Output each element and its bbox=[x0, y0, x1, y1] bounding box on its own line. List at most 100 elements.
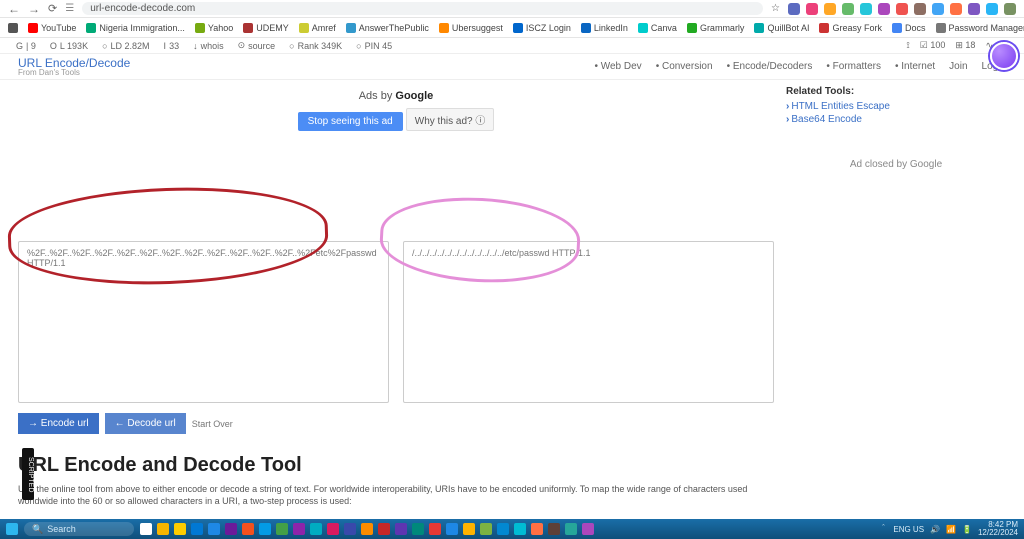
bookmark-item[interactable]: Nigeria Immigration... bbox=[86, 23, 185, 33]
stat-item[interactable]: I33 bbox=[164, 40, 180, 51]
stat-item[interactable]: ↓whois bbox=[193, 40, 224, 51]
taskbar-app-icon[interactable] bbox=[378, 523, 390, 535]
extension-icon[interactable] bbox=[842, 3, 854, 15]
bookmark-item[interactable]: LinkedIn bbox=[581, 23, 628, 33]
extension-icon[interactable] bbox=[986, 3, 998, 15]
taskbar-app-icon[interactable] bbox=[548, 523, 560, 535]
bookmark-item[interactable]: Amref bbox=[299, 23, 336, 33]
encode-button[interactable]: → Encode url bbox=[18, 413, 99, 434]
back-button[interactable]: ← bbox=[8, 2, 20, 16]
decode-button[interactable]: ← Decode url bbox=[105, 413, 186, 434]
extension-icon[interactable] bbox=[824, 3, 836, 15]
taskbar-app-icon[interactable] bbox=[157, 523, 169, 535]
stat-item[interactable]: ☑ 100 bbox=[920, 40, 946, 51]
bookmark-item[interactable]: Ubersuggest bbox=[439, 23, 503, 33]
bookmark-item[interactable]: Canva bbox=[638, 23, 677, 33]
bookmark-item[interactable]: Greasy Fork bbox=[819, 23, 882, 33]
profile-avatar[interactable] bbox=[990, 42, 1018, 70]
taskbar-app-icon[interactable] bbox=[463, 523, 475, 535]
stat-item[interactable]: ⊙source bbox=[238, 40, 276, 51]
bookmark-item[interactable]: QuillBot AI bbox=[754, 23, 809, 33]
taskbar-app-icon[interactable] bbox=[497, 523, 509, 535]
nav-link[interactable]: • Formatters bbox=[826, 61, 881, 72]
taskbar-app-icon[interactable] bbox=[259, 523, 271, 535]
nav-link[interactable]: • Internet bbox=[895, 61, 935, 72]
taskbar-app-icon[interactable] bbox=[412, 523, 424, 535]
taskbar-search[interactable]: 🔍 Search bbox=[24, 522, 134, 536]
extension-stats-bar: G| 9 OL 193K ○LD 2.82M I33 ↓whois ⊙source ○Ran… bbox=[0, 38, 1024, 54]
stat-item[interactable]: ⟟ bbox=[906, 40, 909, 51]
screencast-tab[interactable]: SCRIPTED bbox=[22, 448, 34, 500]
taskbar-app-icon[interactable] bbox=[208, 523, 220, 535]
bookmark-item[interactable]: Docs bbox=[892, 23, 926, 33]
bookmark-item[interactable]: Password Manager bbox=[936, 23, 1024, 33]
taskbar-app-icon[interactable] bbox=[276, 523, 288, 535]
site-nav: • Web Dev • Conversion • Encode/Decoders • … bbox=[594, 61, 1006, 72]
extension-icon[interactable] bbox=[896, 3, 908, 15]
stat-item[interactable]: ⊞ 18 bbox=[955, 40, 975, 51]
extension-icon[interactable] bbox=[968, 3, 980, 15]
taskbar-app-icon[interactable] bbox=[344, 523, 356, 535]
stop-ad-button[interactable]: Stop seeing this ad bbox=[298, 112, 403, 131]
nav-link[interactable]: • Web Dev bbox=[594, 61, 641, 72]
extension-icon[interactable] bbox=[1004, 3, 1016, 15]
nav-link[interactable]: Join bbox=[949, 61, 967, 72]
bookmark-star-icon[interactable]: ☆ bbox=[771, 3, 780, 14]
extension-icon[interactable] bbox=[878, 3, 890, 15]
extension-icon[interactable] bbox=[806, 3, 818, 15]
stat-item[interactable]: ○PIN 45 bbox=[356, 40, 392, 51]
reload-button[interactable]: ⟳ bbox=[48, 2, 57, 15]
taskbar-app-icon[interactable] bbox=[242, 523, 254, 535]
related-tool-link[interactable]: › HTML Entities Escape bbox=[786, 101, 1006, 112]
windows-taskbar: 🔍 Search ＾ ENG US 🔊📶🔋 8:42 PM12/22/2024 bbox=[0, 519, 1024, 539]
forward-button[interactable]: → bbox=[28, 2, 40, 16]
taskbar-app-icon[interactable] bbox=[293, 523, 305, 535]
bookmark-item[interactable]: AnswerThePublic bbox=[346, 23, 429, 33]
taskbar-app-icon[interactable] bbox=[395, 523, 407, 535]
related-tool-link[interactable]: › Base64 Encode bbox=[786, 114, 1006, 125]
taskbar-app-icon[interactable] bbox=[565, 523, 577, 535]
taskbar-app-icon[interactable] bbox=[446, 523, 458, 535]
taskbar-app-icon[interactable] bbox=[191, 523, 203, 535]
extension-icon[interactable] bbox=[950, 3, 962, 15]
bookmark-item[interactable]: YouTube bbox=[28, 23, 76, 33]
taskbar-app-icon[interactable] bbox=[480, 523, 492, 535]
stat-item[interactable]: OL 193K bbox=[50, 40, 88, 51]
encode-input[interactable] bbox=[18, 241, 389, 403]
stat-item[interactable]: G| 9 bbox=[16, 40, 36, 51]
why-ad-button[interactable]: Why this ad? ⓘ bbox=[406, 108, 495, 131]
stat-item[interactable]: ○Rank 349K bbox=[289, 40, 342, 51]
bookmark-item[interactable]: ISCZ Login bbox=[513, 23, 571, 33]
bookmark-item[interactable] bbox=[8, 23, 18, 33]
taskbar-app-icon[interactable] bbox=[225, 523, 237, 535]
browser-toolbar: ← → ⟳ ☰ url-encode-decode.com ☆ bbox=[0, 0, 1024, 18]
start-over-link[interactable]: Start Over bbox=[192, 419, 233, 429]
taskbar-app-icon[interactable] bbox=[582, 523, 594, 535]
taskbar-app-icon[interactable] bbox=[531, 523, 543, 535]
nav-link[interactable]: • Encode/Decoders bbox=[727, 61, 813, 72]
taskbar-app-icon[interactable] bbox=[310, 523, 322, 535]
taskbar-app-icon[interactable] bbox=[361, 523, 373, 535]
taskbar-app-icon[interactable] bbox=[514, 523, 526, 535]
stat-item[interactable]: ○LD 2.82M bbox=[102, 40, 149, 51]
extension-icon[interactable] bbox=[788, 3, 800, 15]
bookmark-item[interactable]: UDEMY bbox=[243, 23, 289, 33]
decode-output[interactable] bbox=[403, 241, 774, 403]
extension-icon[interactable] bbox=[860, 3, 872, 15]
taskbar-app-icon[interactable] bbox=[174, 523, 186, 535]
nav-link[interactable]: • Conversion bbox=[656, 61, 713, 72]
extension-icon[interactable] bbox=[914, 3, 926, 15]
sidebar: Related Tools: › HTML Entities Escape› B… bbox=[786, 86, 1006, 507]
taskbar-app-icon[interactable] bbox=[429, 523, 441, 535]
taskbar-tray[interactable]: ＾ ENG US 🔊📶🔋 8:42 PM12/22/2024 bbox=[879, 521, 1018, 537]
brand-title[interactable]: URL Encode/Decode bbox=[18, 57, 130, 69]
address-bar[interactable]: url-encode-decode.com bbox=[82, 2, 763, 15]
extension-icon[interactable] bbox=[932, 3, 944, 15]
ad-closed-text: Ad closed by Google bbox=[786, 159, 1006, 170]
bookmark-item[interactable]: Yahoo bbox=[195, 23, 233, 33]
taskbar-app-icon[interactable] bbox=[327, 523, 339, 535]
start-button[interactable] bbox=[6, 523, 18, 535]
taskbar-app-icon[interactable] bbox=[140, 523, 152, 535]
bookmark-item[interactable]: Grammarly bbox=[687, 23, 745, 33]
action-row: → Encode url ← Decode url Start Over bbox=[18, 413, 774, 434]
